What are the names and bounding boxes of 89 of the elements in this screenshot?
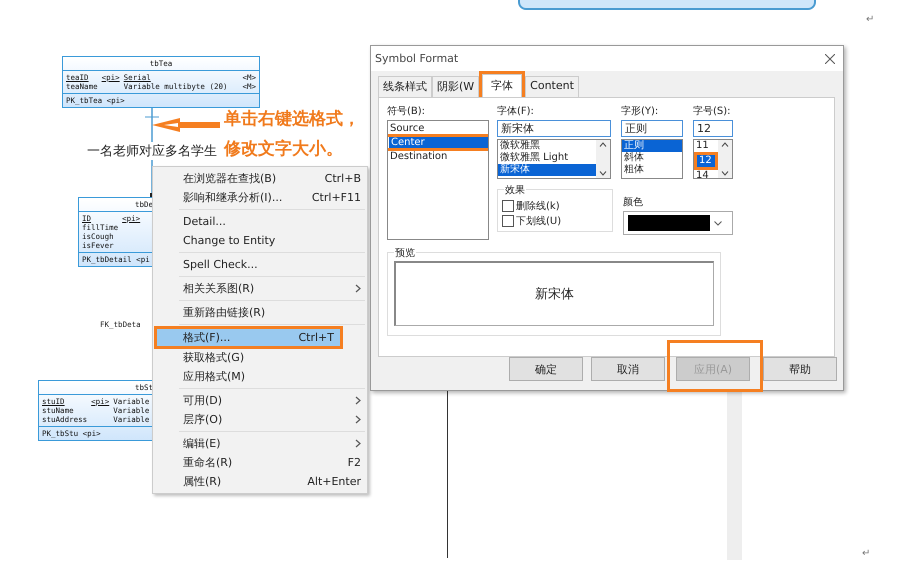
menu-item-label: 影响和继承分析(I)... xyxy=(183,190,284,205)
list-item[interactable]: 新宋体 xyxy=(498,164,596,176)
menu-item-label: 层序(O) xyxy=(183,412,224,427)
list-item[interactable]: 粗体 xyxy=(622,164,682,176)
menu-item-label: 重新路由链接(R) xyxy=(183,305,266,320)
dialog-button[interactable]: 帮助 xyxy=(763,357,837,381)
tab[interactable]: Content xyxy=(525,76,579,98)
color-dropdown[interactable] xyxy=(623,211,733,236)
shortcut-text: Ctrl+F11 xyxy=(312,191,361,204)
tab[interactable]: 阴影(W xyxy=(432,76,480,98)
list-item[interactable]: 14 xyxy=(694,170,718,178)
menu-item-label: 重命名(R) xyxy=(183,455,234,470)
menu-item[interactable]: Change to Entity xyxy=(153,231,367,250)
menu-item-label: 可用(D) xyxy=(183,393,224,408)
annotation-text: 修改文字大小。 xyxy=(224,138,344,161)
chevron-down-icon xyxy=(721,171,729,176)
scrollbar[interactable] xyxy=(596,140,610,178)
menu-item[interactable]: 应用格式(M) xyxy=(153,367,367,386)
list-item[interactable]: Source xyxy=(388,123,488,134)
chevron-up-icon xyxy=(599,142,607,148)
menu-item[interactable]: 相关关系图(R) xyxy=(153,279,367,298)
field-label: 字号(S): xyxy=(693,104,732,118)
size-list[interactable]: 11 12 14 xyxy=(693,139,733,180)
list-item[interactable]: 12 xyxy=(697,155,715,168)
menu-item-label: 编辑(E) xyxy=(183,436,222,451)
checkbox-label: 删除线(k) xyxy=(516,200,560,213)
chevron-up-icon xyxy=(721,142,729,148)
scrollbar[interactable] xyxy=(718,140,732,178)
annotation-text: 单击右键选格式， xyxy=(224,108,360,131)
menu-item[interactable]: 重新路由链接(R) xyxy=(153,303,367,322)
shortcut-text: Ctrl+B xyxy=(324,172,361,185)
field-label: 字形(Y): xyxy=(621,104,660,118)
input-field[interactable]: 正则 xyxy=(621,120,683,138)
input-field[interactable]: 新宋体 xyxy=(497,120,611,138)
dialog-button[interactable]: 取消 xyxy=(591,357,665,381)
menu-item-label: 获取格式(G) xyxy=(183,350,246,365)
list-item[interactable]: Destination xyxy=(388,151,488,162)
relationship-label: 一名老师对应多名学生 xyxy=(87,142,217,160)
checkbox[interactable] xyxy=(502,200,514,212)
list-item[interactable]: 微软雅黑 xyxy=(498,140,596,152)
menu-item[interactable]: Spell Check... xyxy=(153,255,367,274)
input-field[interactable]: 12 xyxy=(693,120,733,138)
menu-item[interactable]: 获取格式(G) xyxy=(153,348,367,367)
menu-item-label: Change to Entity xyxy=(183,234,276,247)
group-label: 预览 xyxy=(394,246,416,260)
menu-item-label: 格式(F)... xyxy=(183,330,232,345)
field-label: 颜色 xyxy=(623,196,644,210)
shortcut-text: Alt+Enter xyxy=(307,475,361,488)
style-list[interactable]: 正则 斜体 粗体 xyxy=(621,139,683,180)
chevron-down-icon xyxy=(714,220,722,226)
shortcut-text: Ctrl+T xyxy=(298,331,334,344)
menu-item[interactable]: 影响和继承分析(I)... Ctrl+F11 xyxy=(153,188,367,207)
menu-item[interactable]: 编辑(E) xyxy=(153,434,367,453)
menu-item[interactable]: 属性(R) Alt+Enter xyxy=(153,472,367,491)
list-item[interactable]: 正则 xyxy=(622,140,682,152)
checkbox-label: 下划线(U) xyxy=(516,214,562,228)
menu-item[interactable]: 格式(F)... Ctrl+T xyxy=(157,329,340,346)
return-mark: ↵ xyxy=(866,14,874,25)
menu-item-label: 相关关系图(R) xyxy=(183,281,256,296)
preview-text: 新宋体 xyxy=(394,261,714,326)
menu-item[interactable]: 重命名(R) F2 xyxy=(153,453,367,472)
list-item[interactable]: Center xyxy=(389,137,488,148)
menu-item-label: Detail... xyxy=(183,215,227,228)
menu-item-label: 在浏览器在查找(B) xyxy=(183,171,278,186)
menu-item[interactable]: 可用(D) xyxy=(153,391,367,410)
checkbox[interactable] xyxy=(502,214,514,227)
annotation-arrow xyxy=(150,117,220,133)
font-list[interactable]: 微软雅黑 微软雅黑 Light 新宋体 xyxy=(497,139,611,180)
menu-item-label: 应用格式(M) xyxy=(183,369,246,384)
list-item[interactable]: 斜体 xyxy=(622,152,682,164)
menu-item[interactable]: 在浏览器在查找(B) Ctrl+B xyxy=(153,169,367,188)
close-icon[interactable] xyxy=(825,54,835,64)
list-item[interactable]: 微软雅黑 Light xyxy=(498,152,596,164)
chevron-down-icon xyxy=(599,171,607,176)
menu-item-label: 属性(R) xyxy=(183,474,222,489)
field-label: 字体(F): xyxy=(497,104,535,118)
group-label: 效果 xyxy=(504,183,526,198)
symbol-list[interactable]: Source Center Destination xyxy=(387,120,489,240)
menu-item[interactable]: Detail... xyxy=(153,212,367,231)
menu-item[interactable]: 层序(O) xyxy=(153,410,367,429)
tab[interactable]: 线条样式 xyxy=(378,76,432,98)
window-title: Symbol Format xyxy=(375,52,458,66)
menu-item-label: Spell Check... xyxy=(183,258,259,271)
shortcut-text: F2 xyxy=(348,456,361,469)
list-item[interactable]: 11 xyxy=(694,140,718,152)
return-mark: ↵ xyxy=(862,548,870,559)
tab[interactable]: 字体 xyxy=(482,74,522,98)
field-label: 符号(B): xyxy=(387,105,426,118)
dialog-button[interactable]: 确定 xyxy=(509,357,583,381)
